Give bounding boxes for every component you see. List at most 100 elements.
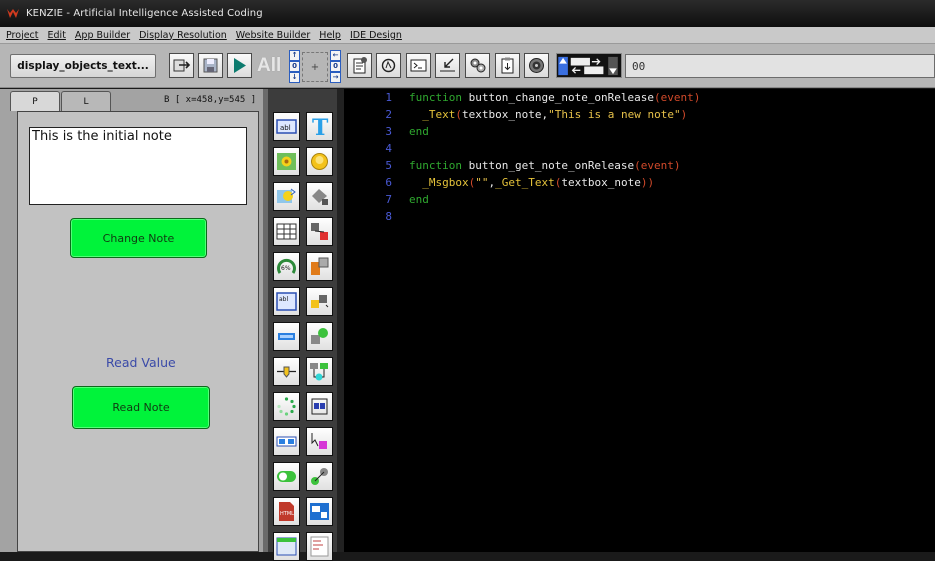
palette-bounds[interactable] bbox=[306, 392, 333, 421]
palette-tree[interactable] bbox=[306, 357, 333, 386]
menu-help[interactable]: Help bbox=[319, 30, 341, 41]
nudge-zero-right-button[interactable]: 0 bbox=[330, 61, 341, 72]
clipboard-button[interactable] bbox=[495, 53, 520, 78]
palette-image[interactable] bbox=[273, 147, 300, 176]
palette-label[interactable]: abl bbox=[273, 112, 300, 141]
read-note-button[interactable]: Read Note bbox=[72, 386, 210, 429]
button-icon bbox=[311, 153, 328, 170]
pointer-icon bbox=[311, 433, 327, 449]
palette-textfield[interactable] bbox=[273, 322, 300, 351]
palette-sprite[interactable] bbox=[273, 182, 300, 211]
toggle-icon bbox=[277, 471, 296, 482]
run-button[interactable] bbox=[227, 53, 252, 78]
code-line: 4 bbox=[344, 140, 935, 157]
line-number: 3 bbox=[385, 125, 392, 138]
nudge-zero-left-button[interactable]: 0 bbox=[289, 61, 300, 72]
import-button[interactable] bbox=[435, 53, 460, 78]
nudge-left-button[interactable]: ← bbox=[330, 50, 341, 61]
menu-edit[interactable]: Edit bbox=[48, 30, 66, 41]
title-bar: KENZIE - Artificial Intelligence Assiste… bbox=[0, 0, 935, 27]
line-number: 2 bbox=[385, 108, 392, 121]
palette-input[interactable]: abl bbox=[273, 287, 300, 316]
html-icon: HTML bbox=[279, 502, 294, 521]
menu-website-builder[interactable]: Website Builder bbox=[236, 30, 311, 41]
line-number: 7 bbox=[385, 193, 392, 206]
move-icon bbox=[311, 295, 329, 308]
link-icon bbox=[311, 468, 328, 485]
palette-slider[interactable] bbox=[273, 357, 300, 386]
terminal-icon bbox=[410, 59, 427, 72]
palette-button[interactable] bbox=[306, 147, 333, 176]
nudge-right-button[interactable]: → bbox=[330, 72, 341, 83]
code-editor[interactable]: 1 function button_change_note_onRelease(… bbox=[344, 89, 935, 552]
menu-ide-design[interactable]: IDE Design bbox=[350, 30, 402, 41]
palette-toggle[interactable] bbox=[273, 462, 300, 491]
design-canvas[interactable]: This is the initial note Change Note Rea… bbox=[17, 111, 259, 552]
read-value-label: Read Value bbox=[106, 355, 176, 370]
refresh-icon bbox=[381, 58, 396, 73]
nudge-up-button[interactable]: ↑ bbox=[289, 50, 300, 61]
code-line: 5 function button_get_note_onRelease(eve… bbox=[344, 157, 935, 174]
document-selector[interactable]: display_objects_text... bbox=[10, 54, 156, 78]
palette-web[interactable] bbox=[306, 497, 333, 526]
label-icon: abl bbox=[276, 119, 297, 134]
palette-resize[interactable] bbox=[306, 252, 333, 281]
tab-p[interactable]: P bbox=[10, 91, 60, 111]
refresh-button[interactable] bbox=[376, 53, 401, 78]
clipboard-icon bbox=[501, 57, 514, 74]
form-icon bbox=[310, 536, 329, 557]
code-line: 7 end bbox=[344, 191, 935, 208]
gear-icon bbox=[470, 58, 486, 73]
menu-display-resolution[interactable]: Display Resolution bbox=[139, 30, 227, 41]
properties-button[interactable] bbox=[347, 53, 372, 78]
line-number: 1 bbox=[385, 91, 392, 104]
text-icon: T bbox=[312, 116, 329, 137]
palette-text[interactable]: T bbox=[306, 112, 333, 141]
palette-progress[interactable]: 6% bbox=[273, 252, 300, 281]
all-label[interactable]: All bbox=[257, 55, 281, 77]
palette-table[interactable] bbox=[273, 217, 300, 246]
menu-project[interactable]: Project bbox=[6, 30, 39, 41]
line-number: 5 bbox=[385, 159, 392, 172]
console-button[interactable] bbox=[406, 53, 431, 78]
palette-link[interactable] bbox=[306, 462, 333, 491]
palette-stepper[interactable] bbox=[273, 427, 300, 456]
speaker-icon bbox=[529, 58, 544, 73]
media-button[interactable] bbox=[524, 53, 549, 78]
note-textbox[interactable]: This is the initial note bbox=[29, 127, 247, 205]
component-palette: abl T 6% abl HTML bbox=[268, 89, 338, 561]
toolbar: display_objects_text... All ↑ 0 ↓ + ← 0 … bbox=[0, 44, 935, 88]
svg-text:abl: abl bbox=[279, 296, 288, 303]
connector-icon bbox=[311, 223, 328, 240]
nudge-center[interactable]: + bbox=[302, 52, 328, 82]
window-icon bbox=[276, 537, 297, 556]
palette-scrollbar[interactable] bbox=[337, 89, 344, 552]
palette-shape[interactable] bbox=[306, 182, 333, 211]
palette-move[interactable] bbox=[306, 287, 333, 316]
palette-html[interactable]: HTML bbox=[273, 497, 300, 526]
stage-panel: P L B [ x=458,y=545 ] This is the initia… bbox=[0, 89, 268, 552]
settings-button[interactable] bbox=[465, 53, 490, 78]
value-field[interactable]: 00 bbox=[625, 54, 935, 78]
menu-bar: Project Edit App Builder Display Resolut… bbox=[0, 27, 935, 44]
group-icon bbox=[311, 328, 328, 344]
export-button[interactable] bbox=[169, 53, 194, 78]
palette-loader[interactable] bbox=[273, 392, 300, 421]
palette-form[interactable] bbox=[306, 532, 333, 561]
cursor-coordinates: B [ x=458,y=545 ] bbox=[164, 95, 257, 105]
textfield-icon bbox=[278, 333, 295, 340]
layer-order-button[interactable] bbox=[556, 53, 622, 78]
change-note-button[interactable]: Change Note bbox=[70, 218, 207, 258]
window-title: KENZIE - Artificial Intelligence Assiste… bbox=[26, 8, 263, 19]
menu-app-builder[interactable]: App Builder bbox=[75, 30, 130, 41]
palette-group[interactable] bbox=[306, 322, 333, 351]
export-icon bbox=[173, 59, 191, 72]
palette-window[interactable] bbox=[273, 532, 300, 561]
save-icon bbox=[203, 58, 218, 73]
save-button[interactable] bbox=[198, 53, 223, 78]
palette-pointer[interactable] bbox=[306, 427, 333, 456]
palette-connector[interactable] bbox=[306, 217, 333, 246]
nudge-down-button[interactable]: ↓ bbox=[289, 72, 300, 83]
tab-l[interactable]: L bbox=[61, 91, 111, 111]
tree-icon bbox=[310, 363, 328, 381]
